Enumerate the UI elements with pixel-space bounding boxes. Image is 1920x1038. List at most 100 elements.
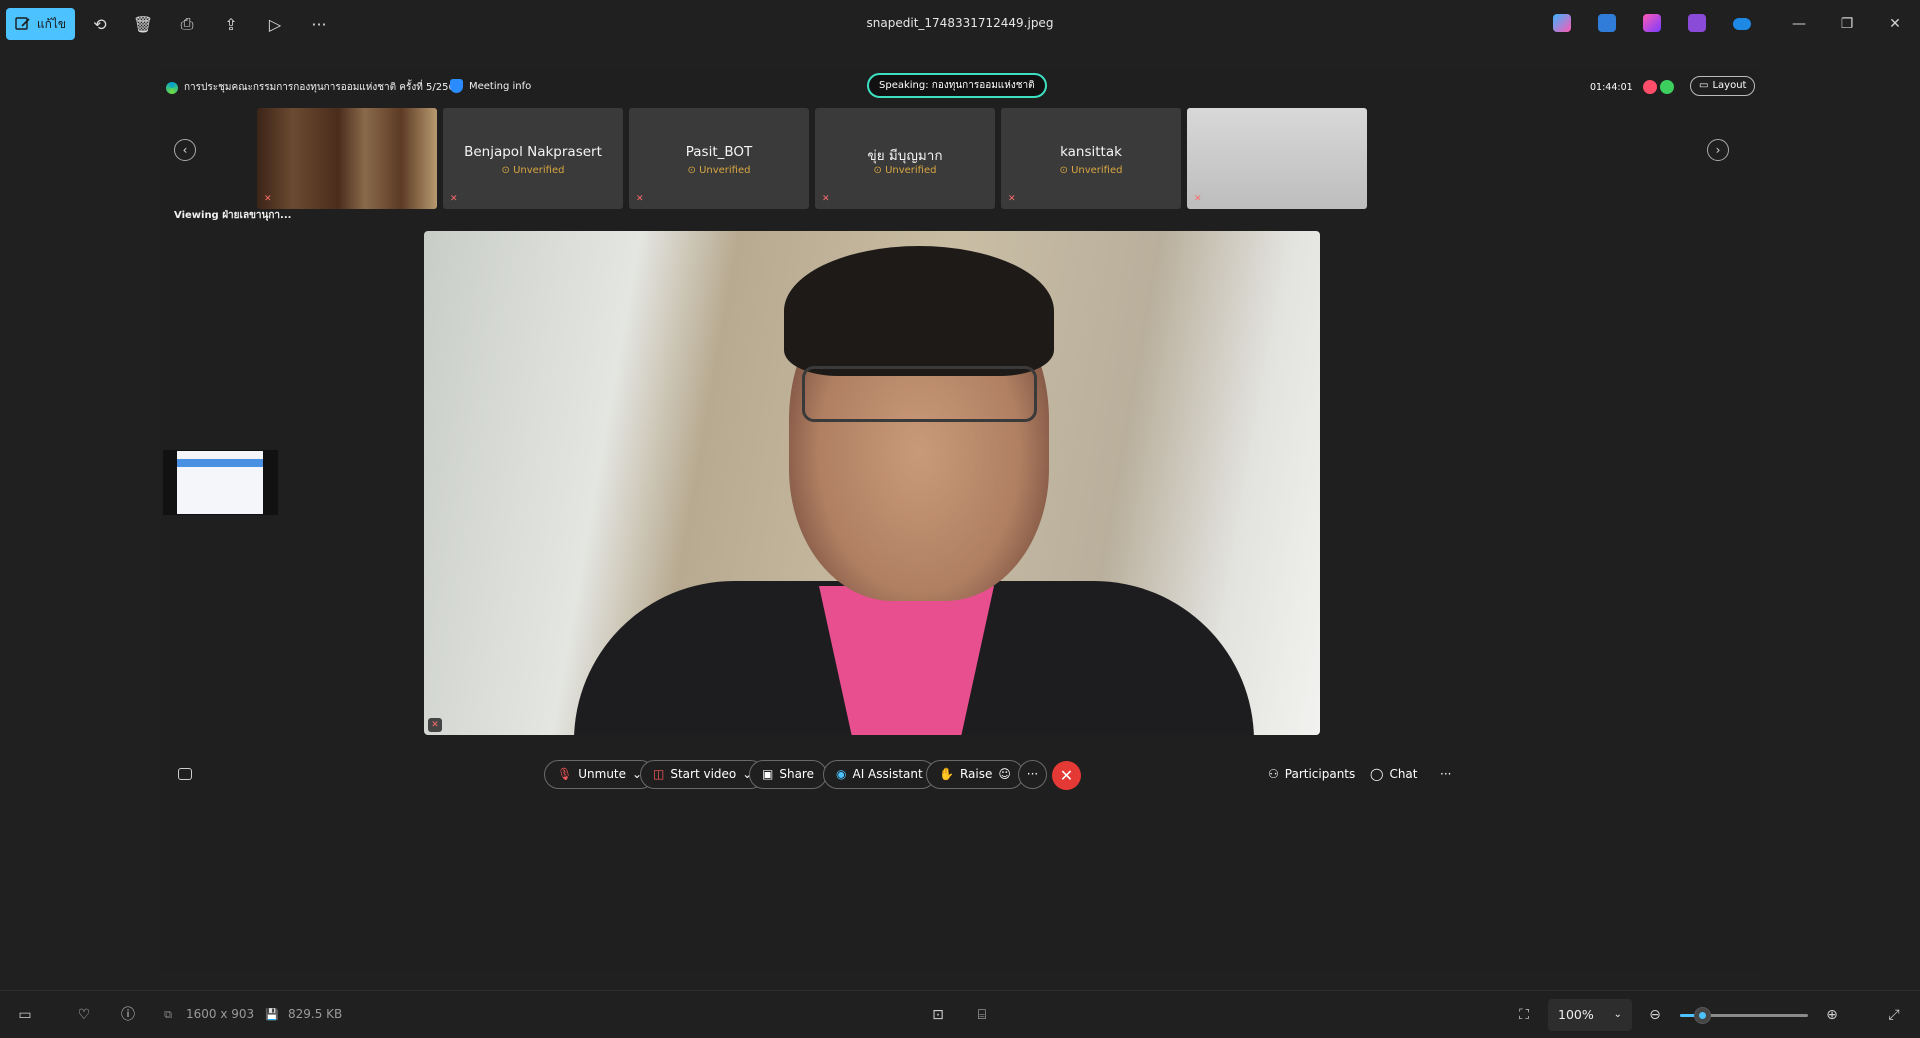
image-dimensions: 1600 x 903 xyxy=(186,1007,255,1021)
viewing-label: Viewing ฝ่ายเลขานุกา... xyxy=(174,210,292,221)
zoom-slider[interactable] xyxy=(1680,1007,1808,1024)
hand-icon: ✋ xyxy=(939,767,954,781)
file-title: snapedit_1748331712449.jpeg xyxy=(866,16,1054,30)
recording-icon xyxy=(1643,80,1657,94)
zoom-slider-thumb[interactable] xyxy=(1693,1007,1711,1024)
start-video-button[interactable]: ◫ Start video ⌄ xyxy=(640,760,766,789)
prev-participants-icon[interactable]: ‹ xyxy=(174,139,196,161)
speaker-hair xyxy=(784,246,1054,376)
ai-assistant-label: AI Assistant xyxy=(852,767,923,781)
mic-muted-icon: ✕ xyxy=(1008,194,1016,204)
meeting-timer: 01:44:01 xyxy=(1590,82,1633,93)
share-label: Share xyxy=(779,767,814,781)
raise-hand-button[interactable]: ✋ Raise ☺ xyxy=(926,760,1024,789)
copilot-icon[interactable] xyxy=(1553,14,1571,32)
share-screen-icon: ▣ xyxy=(762,767,774,781)
more-panels-button[interactable]: ··· xyxy=(1440,767,1451,781)
unverified-badge: ⊙ Unverified xyxy=(501,165,565,176)
unverified-badge: ⊙ Unverified xyxy=(1059,165,1123,176)
next-participants-icon[interactable]: › xyxy=(1707,139,1729,161)
speaker-glasses xyxy=(802,366,1037,422)
webex-logo-icon xyxy=(166,81,178,94)
restore-icon[interactable]: ❐ xyxy=(1835,12,1859,36)
mic-muted-icon: ✕ xyxy=(450,194,458,204)
chevron-down-icon: ⌄ xyxy=(1613,1009,1622,1020)
scan-text-icon[interactable]: ⌸ xyxy=(972,1005,992,1025)
chat-label: Chat xyxy=(1389,767,1418,781)
filmstrip-icon[interactable]: ▭ xyxy=(15,1005,35,1025)
title-bar: แก้ไข ⟲ 🗑 ⎙ ⇪ ▷ ··· snapedit_17483317124… xyxy=(0,0,1920,48)
participant-name: kansittak xyxy=(1060,144,1122,160)
active-speaker-video: ✕ xyxy=(424,231,1320,735)
fullscreen-icon[interactable]: ⤢ xyxy=(1884,1005,1904,1025)
zoom-in-icon[interactable]: ⊕ xyxy=(1822,1005,1842,1025)
participant-tile[interactable]: Benjapol Nakprasert ⊙ Unverified ✕ xyxy=(443,108,623,209)
minimize-icon[interactable]: — xyxy=(1787,12,1811,36)
onedrive-icon[interactable] xyxy=(1733,18,1751,30)
meeting-info-button[interactable]: Meeting info xyxy=(450,79,531,93)
shield-icon xyxy=(450,79,463,93)
participant-tile[interactable]: Pasit_BOT ⊙ Unverified ✕ xyxy=(629,108,809,209)
meeting-title: การประชุมคณะกรรมการกองทุนการออมแห่งชาติ … xyxy=(166,80,461,95)
meeting-title-text: การประชุมคณะกรรมการกองทุนการออมแห่งชาติ … xyxy=(184,82,462,93)
image-canvas: การประชุมคณะกรรมการกองทุนการออมแห่งชาติ … xyxy=(160,68,1760,971)
info-icon[interactable]: ⓘ xyxy=(118,1005,138,1025)
layout-button[interactable]: ▭ Layout xyxy=(1690,76,1756,96)
share-button[interactable]: ▣ Share xyxy=(749,760,827,789)
mic-muted-icon: ✕ xyxy=(428,718,442,732)
close-icon[interactable]: ✕ xyxy=(1883,12,1907,36)
participant-tile[interactable]: ✕ xyxy=(257,108,437,209)
unmute-button[interactable]: 🎙 Unmute ⌄ xyxy=(544,760,656,789)
mic-muted-icon: ✕ xyxy=(822,194,830,204)
visual-search-icon[interactable]: ⊡ xyxy=(928,1005,948,1025)
layout-icon: ▭ xyxy=(1699,80,1709,91)
mic-muted-icon: ✕ xyxy=(264,194,272,204)
video-editor-icon[interactable] xyxy=(1688,14,1706,32)
status-bar: ▭ ♡ ⓘ ⧉ 1600 x 903 💾 829.5 KB ⊡ ⌸ ⛶ 100%… xyxy=(0,990,1920,1038)
designer-icon[interactable] xyxy=(1598,14,1616,32)
participant-name: ขุ่ย มีบุญมาก xyxy=(867,148,943,164)
captions-icon[interactable] xyxy=(178,768,192,780)
chat-icon: ◯ xyxy=(1370,767,1384,781)
zoom-out-icon[interactable]: ⊖ xyxy=(1645,1005,1665,1025)
participant-tile[interactable]: ขุ่ย มีบุญมาก ⊙ Unverified ✕ xyxy=(815,108,995,209)
more-icon: ··· xyxy=(1440,767,1452,781)
participants-label: Participants xyxy=(1284,767,1356,781)
unverified-badge: ⊙ Unverified xyxy=(687,165,751,176)
close-icon: ✕ xyxy=(1059,766,1074,785)
unverified-badge: ⊙ Unverified xyxy=(873,165,937,176)
participants-button[interactable]: ⚇ Participants xyxy=(1268,767,1355,781)
start-video-label: Start video xyxy=(670,767,737,781)
participant-name: Benjapol Nakprasert xyxy=(464,144,602,160)
raise-label: Raise xyxy=(959,767,993,781)
more-icon: ··· xyxy=(1026,767,1039,781)
connection-status-icon xyxy=(1660,80,1674,94)
mic-muted-icon: ✕ xyxy=(1194,194,1202,204)
person-icon: ⚇ xyxy=(1268,767,1279,781)
layout-label: Layout xyxy=(1712,80,1747,91)
zoom-dropdown[interactable]: 100% ⌄ xyxy=(1548,999,1632,1031)
file-size-icon: 💾 xyxy=(265,1008,279,1021)
mic-off-icon: 🎙 xyxy=(557,767,573,781)
speaking-indicator: Speaking: กองทุนการออมแห่งชาติ xyxy=(867,73,1047,98)
mic-muted-icon: ✕ xyxy=(636,194,644,204)
meeting-info-label: Meeting info xyxy=(469,80,532,92)
shared-document-preview xyxy=(177,451,263,514)
ai-assistant-button[interactable]: ◉ AI Assistant xyxy=(823,760,936,789)
participant-name: Pasit_BOT xyxy=(685,144,753,160)
ai-assistant-icon: ◉ xyxy=(836,767,847,781)
chat-button[interactable]: ◯ Chat xyxy=(1370,767,1417,781)
dimensions-icon: ⧉ xyxy=(164,1008,172,1021)
camera-off-icon: ◫ xyxy=(653,767,665,781)
favorite-icon[interactable]: ♡ xyxy=(74,1005,94,1025)
shared-content-thumbnail[interactable] xyxy=(163,450,278,515)
clipchamp-icon[interactable] xyxy=(1643,14,1661,32)
participant-tile[interactable]: ✕ xyxy=(1187,108,1367,209)
file-size: 829.5 KB xyxy=(288,1007,343,1021)
leave-meeting-button[interactable]: ✕ xyxy=(1052,761,1081,790)
zoom-value: 100% xyxy=(1558,1007,1594,1022)
more-options-button[interactable]: ··· xyxy=(1018,760,1047,789)
unmute-label: Unmute xyxy=(578,767,627,781)
participant-tile[interactable]: kansittak ⊙ Unverified ✕ xyxy=(1001,108,1181,209)
fit-to-window-icon[interactable]: ⛶ xyxy=(1514,1005,1534,1025)
